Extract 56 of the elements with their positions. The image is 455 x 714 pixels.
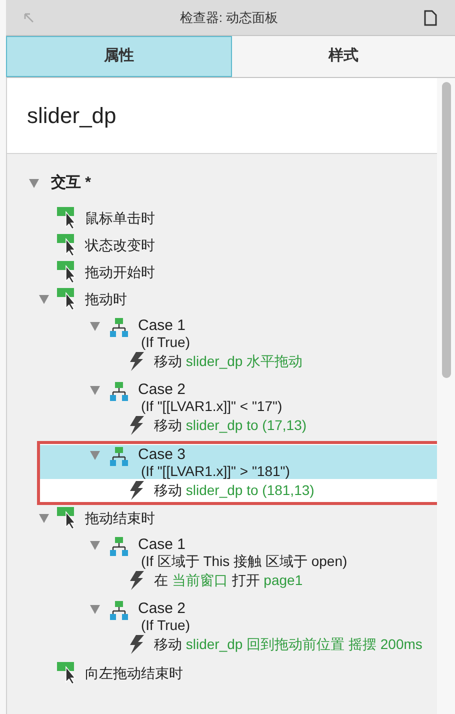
case-item[interactable]: Case 1 (If True) 移动 slider_dp 水平拖动 xyxy=(37,312,441,376)
event-label[interactable]: 拖动开始时 xyxy=(85,262,155,282)
collapse-triangle-icon[interactable] xyxy=(90,604,100,614)
collapse-triangle-icon[interactable] xyxy=(39,514,49,522)
cursor-event-icon xyxy=(57,207,77,229)
case-condition: (If "[[LVAR1.x]]" > "181") xyxy=(141,462,290,478)
case-item[interactable]: Case 2 (If True) 移动 slider_dp 回到拖动前位置 摇摆 200ms xyxy=(37,596,441,660)
action-text: 移动 slider_dp 回到拖动前位置 摇摆 200ms xyxy=(154,634,422,654)
event-label[interactable]: 拖动时 xyxy=(85,288,127,310)
action-text: 移动 slider_dp 水平拖动 xyxy=(154,352,303,371)
case-condition: (If True) xyxy=(141,616,190,632)
window-title: 检查器: 动态面板 xyxy=(178,8,280,27)
case-name: Case 3 xyxy=(138,446,187,462)
collapse-triangle-icon[interactable] xyxy=(90,450,100,460)
cursor-event-icon xyxy=(57,662,77,684)
arrow-icon[interactable] xyxy=(24,12,34,22)
collapse-triangle-icon[interactable] xyxy=(39,294,49,304)
lightning-icon xyxy=(130,634,144,654)
cursor-event-icon xyxy=(57,261,77,283)
case-condition: (If True) xyxy=(141,334,190,350)
case-item[interactable]: Case 1 (If 区域于 This 接触 区域于 open) 在 当前窗口 打开 page1 xyxy=(37,532,441,596)
collapse-triangle-icon[interactable] xyxy=(29,178,39,188)
case-condition: (If "[[LVAR1.x]]" < "17") xyxy=(141,398,282,414)
branch-icon xyxy=(110,382,128,402)
case-name: Case 2 xyxy=(138,382,187,398)
lightning-icon xyxy=(130,352,144,370)
collapse-triangle-icon[interactable] xyxy=(90,322,100,330)
action-text: 在 当前窗口 打开 page1 xyxy=(154,570,303,590)
lightning-icon xyxy=(130,570,144,590)
collapse-triangle-icon[interactable] xyxy=(90,386,100,394)
case-item[interactable]: Case 2 (If "[[LVAR1.x]]" < "17") 移动 slider_dp to (17,13) xyxy=(37,376,441,440)
cursor-event-icon xyxy=(57,234,77,256)
case-name: Case 1 xyxy=(138,318,187,334)
case-condition: (If 区域于 This 接触 区域于 open) xyxy=(141,552,348,568)
case-name: Case 1 xyxy=(138,536,187,552)
action-text: 移动 slider_dp to (17,13) xyxy=(154,416,307,435)
cursor-event-icon xyxy=(57,288,77,310)
branch-icon xyxy=(110,600,128,620)
section-title: 交互 * xyxy=(51,173,92,193)
case-name: Case 2 xyxy=(138,600,187,616)
action-text: 移动 slider_dp to (181,13) xyxy=(154,480,314,500)
collapse-triangle-icon[interactable] xyxy=(90,540,100,550)
event-label[interactable]: 鼠标单击时 xyxy=(85,208,155,228)
document-icon[interactable] xyxy=(424,10,437,26)
event-label[interactable]: 状态改变时 xyxy=(85,234,155,256)
tab[interactable]: 属性 xyxy=(6,36,232,77)
lightning-icon xyxy=(130,416,144,434)
branch-icon xyxy=(110,318,128,338)
event-label[interactable]: 拖动结束时 xyxy=(85,508,155,528)
event-label[interactable]: 向左拖动结束时 xyxy=(85,662,183,684)
lightning-icon xyxy=(130,480,144,500)
cursor-event-icon xyxy=(57,507,77,529)
name-field[interactable]: slider_dp xyxy=(7,78,437,154)
scrollbar-thumb[interactable] xyxy=(442,82,450,378)
branch-icon xyxy=(110,446,128,466)
branch-icon xyxy=(110,536,128,556)
